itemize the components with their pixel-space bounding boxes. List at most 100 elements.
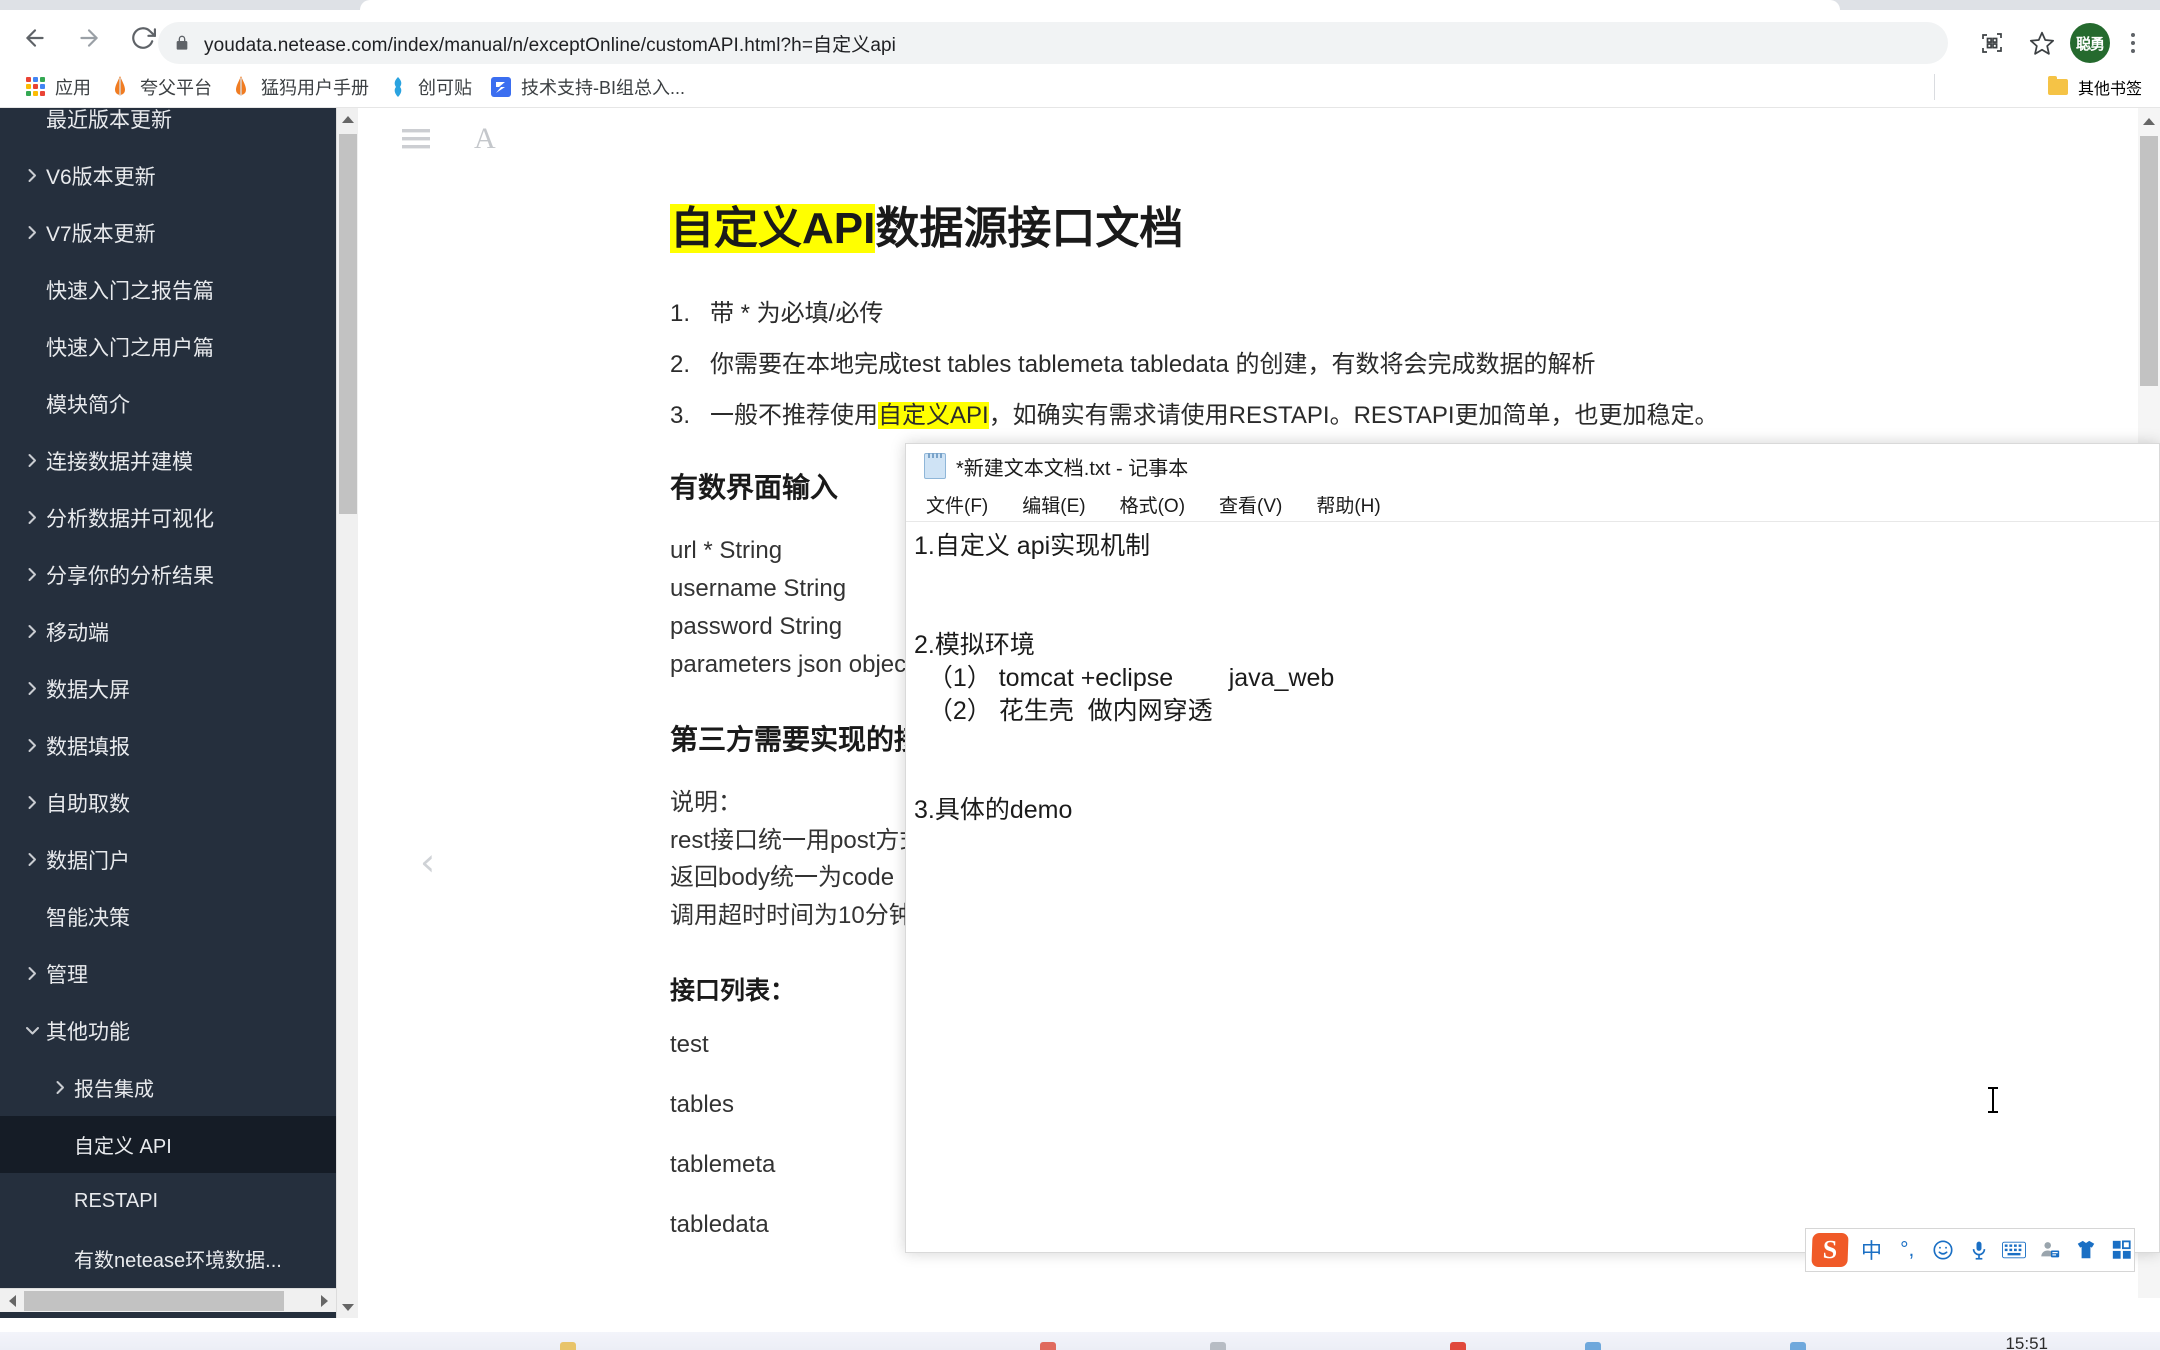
taskbar-item[interactable] — [1790, 1342, 1806, 1350]
sidebar-item-14[interactable]: 智能决策 — [0, 888, 336, 945]
bookmark-mammoth[interactable]: 猛犸用户手册 — [224, 70, 381, 104]
chevron-right-icon[interactable] — [18, 224, 46, 241]
scroll-down-icon[interactable] — [337, 1296, 359, 1318]
sidebar-item-2[interactable]: V7版本更新 — [0, 204, 336, 261]
user-icon[interactable] — [2038, 1235, 2063, 1265]
sidebar-item-10[interactable]: 数据大屏 — [0, 660, 336, 717]
sidebar-item-label: 模块简介 — [46, 393, 130, 417]
sogou-logo-icon[interactable]: S — [1811, 1233, 1849, 1267]
note3-pre: 一般不推荐使用 — [710, 402, 878, 429]
chevron-right-icon[interactable] — [18, 737, 46, 754]
taskbar-item[interactable] — [1210, 1342, 1226, 1350]
browser-tab-active[interactable] — [360, 0, 1840, 10]
skin-icon[interactable] — [2074, 1235, 2099, 1265]
taskbar-item[interactable] — [560, 1342, 576, 1350]
chevron-right-icon[interactable] — [18, 965, 46, 982]
back-icon[interactable] — [8, 11, 62, 65]
browser-menu-icon[interactable] — [2116, 22, 2150, 64]
chevron-right-icon[interactable] — [18, 794, 46, 811]
hscroll-thumb[interactable] — [24, 1291, 284, 1311]
scroll-right-icon[interactable] — [312, 1289, 336, 1313]
sidebar-item-20[interactable]: 有数netease环境数据... — [0, 1230, 336, 1287]
qrcode-icon[interactable] — [1970, 22, 2014, 64]
scroll-up-icon[interactable] — [337, 108, 359, 130]
sidebar-item-3[interactable]: 快速入门之报告篇 — [0, 261, 336, 318]
sidebar-item-6[interactable]: 连接数据并建模 — [0, 432, 336, 489]
chevron-right-icon[interactable] — [18, 167, 46, 184]
font-size-icon[interactable]: A — [474, 122, 496, 156]
sidebar-item-0[interactable]: 最近版本更新 — [0, 108, 336, 147]
bookmark-label: 技术支持-BI组总入... — [521, 77, 686, 98]
sidebar-item-13[interactable]: 数据门户 — [0, 831, 336, 888]
support-icon — [490, 76, 512, 98]
note3-highlight: 自定义API — [878, 402, 989, 429]
sidebar-item-label: 数据大屏 — [46, 678, 130, 702]
notepad-text-area[interactable]: 1.自定义 api实现机制 2.模拟环境 （1） tomcat +eclipse… — [906, 522, 2159, 1248]
sidebar-item-label: 分享你的分析结果 — [46, 564, 214, 588]
sidebar-item-8[interactable]: 分享你的分析结果 — [0, 546, 336, 603]
toolbar-right-actions: 聪勇 — [1970, 22, 2150, 64]
sidebar-item-16[interactable]: 其他功能 — [0, 1002, 336, 1059]
sidebar-item-label: V6版本更新 — [46, 165, 156, 189]
notepad-window[interactable]: *新建文本文档.txt - 记事本 文件(F) 编辑(E) 格式(O) 查看(V… — [905, 443, 2160, 1253]
sidebar-item-7[interactable]: 分析数据并可视化 — [0, 489, 336, 546]
menu-item-format[interactable]: 格式(O) — [1114, 489, 1191, 520]
taskbar-item[interactable] — [1040, 1342, 1056, 1350]
language-mode-icon[interactable]: 中 — [1859, 1235, 1884, 1265]
chevron-down-icon[interactable] — [18, 1024, 46, 1037]
chevron-right-icon[interactable] — [46, 1079, 74, 1096]
sidebar-item-15[interactable]: 管理 — [0, 945, 336, 1002]
bookmark-label: 猛犸用户手册 — [261, 77, 369, 98]
bookmark-kuafu[interactable]: 夸父平台 — [103, 70, 224, 104]
taskbar-item[interactable] — [1585, 1342, 1601, 1350]
notepad-titlebar[interactable]: *新建文本文档.txt - 记事本 — [906, 444, 2159, 488]
forward-icon[interactable] — [62, 11, 116, 65]
other-bookmarks[interactable]: 其他书签 — [2047, 75, 2142, 99]
bookmark-star-icon[interactable] — [2020, 22, 2064, 64]
menu-item-help[interactable]: 帮助(H) — [1310, 489, 1386, 520]
menu-item-view[interactable]: 查看(V) — [1213, 489, 1288, 520]
sidebar-item-12[interactable]: 自助取数 — [0, 774, 336, 831]
ime-toolbar[interactable]: S 中 °, — [1805, 1228, 2135, 1272]
bookmark-apps[interactable]: 应用 — [18, 70, 103, 104]
bookmark-label: 创可贴 — [418, 77, 472, 98]
doc-note: 一般不推荐使用自定义API，如确实有需求请使用RESTAPI。RESTAPI更加… — [670, 402, 2100, 429]
sidebar-item-11[interactable]: 数据填报 — [0, 717, 336, 774]
chevron-right-icon[interactable] — [18, 680, 46, 697]
avatar[interactable]: 聪勇 — [2070, 23, 2110, 63]
sidebar-horizontal-scrollbar[interactable] — [0, 1288, 336, 1312]
toolbox-icon[interactable] — [2109, 1235, 2134, 1265]
page-scroll-up-icon[interactable] — [2138, 110, 2160, 132]
address-bar[interactable]: youdata.netease.com/index/manual/n/excep… — [158, 22, 1948, 64]
sidebar-item-4[interactable]: 快速入门之用户篇 — [0, 318, 336, 375]
soft-keyboard-icon[interactable] — [2002, 1235, 2027, 1265]
punctuation-mode-icon[interactable]: °, — [1895, 1235, 1920, 1265]
hamburger-icon[interactable] — [402, 128, 430, 150]
chevron-right-icon[interactable] — [18, 452, 46, 469]
chevron-right-icon[interactable] — [18, 566, 46, 583]
chevron-right-icon[interactable] — [18, 509, 46, 526]
sidebar-item-17[interactable]: 报告集成 — [0, 1059, 336, 1116]
bookmark-chuangketie[interactable]: 创可贴 — [381, 70, 484, 104]
bookmark-support[interactable]: 技术支持-BI组总入... — [484, 70, 697, 104]
chevron-right-icon[interactable] — [18, 851, 46, 868]
menu-item-edit[interactable]: 编辑(E) — [1016, 489, 1091, 520]
emoji-icon[interactable] — [1931, 1235, 1956, 1265]
menu-item-file[interactable]: 文件(F) — [920, 489, 994, 520]
sidebar-item-9[interactable]: 移动端 — [0, 603, 336, 660]
notepad-line: 1.自定义 api实现机制 — [914, 532, 1151, 560]
sidebar-item-1[interactable]: V6版本更新 — [0, 147, 336, 204]
taskbar-item[interactable] — [1450, 1342, 1466, 1350]
sidebar-item-5[interactable]: 模块简介 — [0, 375, 336, 432]
lock-icon — [174, 34, 190, 52]
scroll-left-icon[interactable] — [0, 1289, 24, 1313]
chevron-right-icon[interactable] — [18, 623, 46, 640]
sidebar-vertical-scrollbar[interactable] — [336, 108, 358, 1318]
page-scroll-thumb[interactable] — [2140, 136, 2158, 386]
sidebar-collapse-handle[interactable]: ‹ — [420, 843, 435, 881]
chuangketie-icon — [387, 76, 409, 98]
sidebar-item-18[interactable]: 自定义 API — [0, 1116, 336, 1173]
scroll-thumb[interactable] — [339, 134, 357, 514]
voice-input-icon[interactable] — [1966, 1235, 1991, 1265]
sidebar-item-19[interactable]: RESTAPI — [0, 1173, 336, 1230]
